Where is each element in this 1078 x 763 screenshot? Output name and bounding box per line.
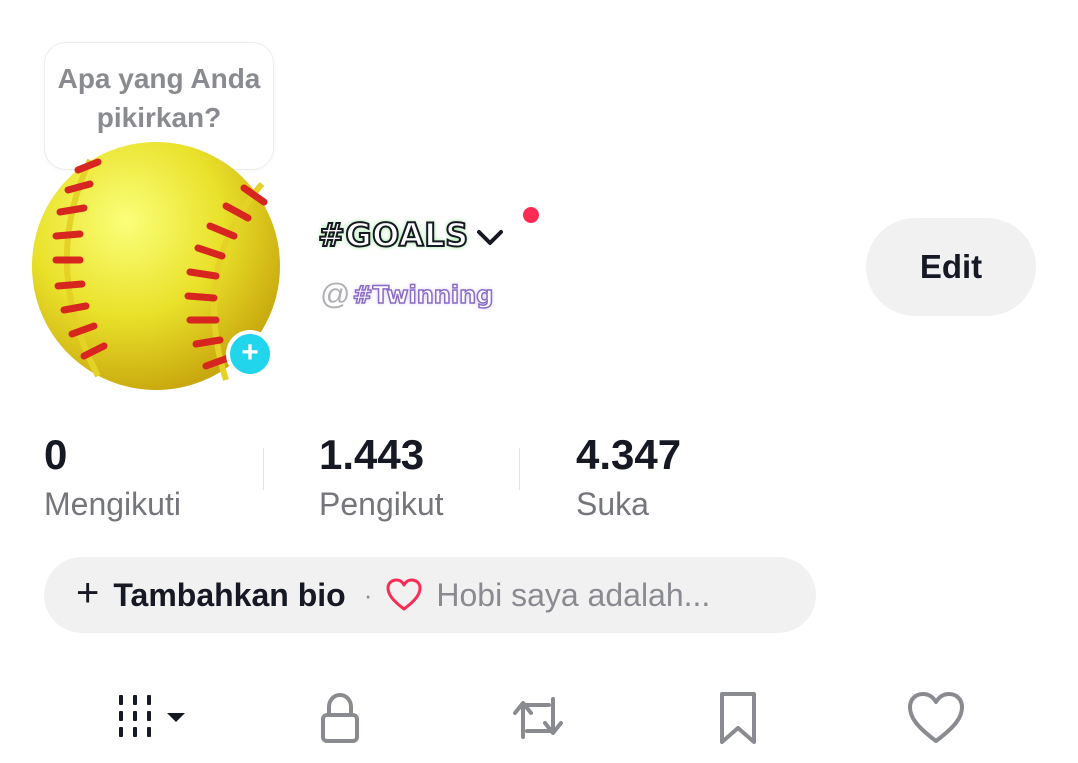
plus-icon: + [76,571,100,615]
tab-private[interactable] [310,688,370,748]
add-avatar-button[interactable]: + [226,330,274,378]
display-name-row[interactable]: #GOALS [317,215,505,255]
tab-liked[interactable] [906,688,966,748]
username-prefix: @ [320,278,351,311]
stat-divider [263,448,264,490]
tab-favorites[interactable] [708,688,768,748]
followers-count: 1.443 [319,431,425,478]
chevron-down-icon [476,230,503,245]
heart-outline-icon [386,578,422,611]
edit-profile-label: Edit [919,248,983,285]
stat-following[interactable]: 0 Mengikuti [44,430,181,526]
username-sticker: #Twinning [352,280,494,310]
tab-videos[interactable] [108,688,198,748]
following-count: 0 [44,431,68,478]
grid-videos-icon [119,695,185,737]
lock-icon [321,692,359,743]
display-name: #GOALS [317,215,469,255]
likes-count: 4.347 [576,431,682,478]
tab-reposts[interactable] [508,688,568,748]
stat-followers[interactable]: 1.443 Pengikut [319,430,444,526]
notification-dot [520,204,542,226]
add-bio-button[interactable]: + Tambahkan bio · Hobi saya adalah... [44,557,816,633]
username-row: @ #Twinning [320,278,494,312]
bio-hint-text: Hobi saya adalah... [436,576,711,613]
stat-likes[interactable]: 4.347 Suka [576,430,681,526]
repost-icon [513,697,563,739]
stat-divider [519,448,520,490]
plus-icon: + [241,336,259,369]
separator-dot: · [363,579,373,610]
followers-label: Pengikut [319,486,444,522]
thought-bubble-text: Apa yang Anda pikirkan? [57,63,261,133]
likes-label: Suka [576,486,649,522]
bookmark-icon [720,692,756,744]
add-bio-label: Tambahkan bio [113,576,346,613]
edit-profile-button[interactable]: Edit [866,218,1036,316]
heart-icon [908,692,964,743]
following-label: Mengikuti [44,486,181,522]
